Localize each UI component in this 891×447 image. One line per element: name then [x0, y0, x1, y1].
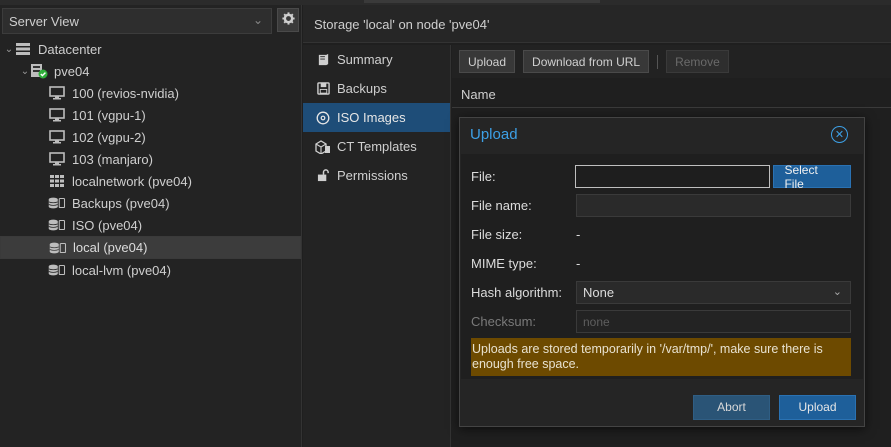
- checksum-label: Checksum:: [471, 314, 537, 329]
- nav-item-permissions[interactable]: Permissions: [303, 161, 450, 190]
- resource-tree: ⌄ Datacenter ⌄ pve04 100 (revios-nvidia)…: [0, 38, 301, 281]
- storage-icon: [48, 195, 66, 211]
- mime-label: MIME type:: [471, 256, 537, 271]
- tree-item-storage[interactable]: ISO (pve04): [0, 214, 301, 236]
- storage-icon: [49, 240, 67, 256]
- collapse-arrow-icon[interactable]: ⌄: [4, 44, 14, 55]
- tree-item-label: 100 (revios-nvidia): [72, 85, 179, 101]
- tree-item-label: Datacenter: [38, 41, 102, 57]
- tree-item-vm[interactable]: 102 (vgpu-2): [0, 126, 301, 148]
- tree-item-network[interactable]: localnetwork (pve04): [0, 170, 301, 192]
- tree-item-label: local-lvm (pve04): [72, 262, 171, 278]
- nav-label: ISO Images: [337, 110, 406, 125]
- tree-item-label: 103 (manjaro): [72, 151, 153, 167]
- collapse-arrow-icon[interactable]: ⌄: [20, 66, 30, 77]
- checksum-row: Checksum: none: [471, 310, 851, 333]
- nav-item-summary[interactable]: Summary: [303, 45, 450, 74]
- storage-icon: [48, 262, 66, 278]
- nav-label: Permissions: [337, 168, 408, 183]
- tree-item-label: 101 (vgpu-1): [72, 107, 146, 123]
- hash-algorithm-value: None: [583, 285, 615, 300]
- tree-item-label: 102 (vgpu-2): [72, 129, 146, 145]
- filesize-row: File size: -: [471, 223, 851, 246]
- tree-item-label: pve04: [54, 63, 90, 79]
- page-title: Storage 'local' on node 'pve04': [303, 5, 891, 43]
- datacenter-icon: [14, 41, 32, 57]
- view-selector[interactable]: Server View ⌄: [2, 8, 272, 34]
- tree-item-storage[interactable]: local-lvm (pve04): [0, 259, 301, 281]
- floppy-icon: [315, 82, 331, 95]
- unlock-icon: [315, 169, 331, 182]
- cube-icon: [315, 139, 331, 154]
- download-url-button[interactable]: Download from URL: [523, 50, 650, 73]
- network-grid-icon: [48, 173, 66, 189]
- tree-item-label: Backups (pve04): [72, 195, 170, 211]
- gear-icon: [281, 12, 295, 28]
- filename-row: File name:: [471, 194, 851, 217]
- dialog-title: Upload: [470, 126, 518, 143]
- nav-label: Summary: [337, 52, 393, 67]
- tree-item-node[interactable]: ⌄ pve04: [0, 60, 301, 82]
- dialog-header: Upload ✕: [460, 118, 864, 151]
- abort-button[interactable]: Abort: [693, 394, 770, 420]
- node-online-icon: [30, 63, 48, 79]
- chevron-down-icon: ⌄: [252, 13, 263, 27]
- hash-algorithm-select[interactable]: None ⌄: [576, 281, 851, 304]
- filesize-label: File size:: [471, 227, 523, 242]
- top-tab-edge: [364, 0, 600, 3]
- nav-item-backups[interactable]: Backups: [303, 74, 450, 103]
- filename-label: File name:: [471, 198, 532, 213]
- remove-button[interactable]: Remove: [666, 50, 729, 73]
- column-header-name[interactable]: Name: [452, 78, 891, 108]
- nav-item-iso-images[interactable]: ISO Images: [303, 103, 450, 132]
- tree-item-vm[interactable]: 103 (manjaro): [0, 148, 301, 170]
- tree-item-label: local (pve04): [73, 240, 148, 255]
- hash-label: Hash algorithm:: [471, 285, 563, 300]
- filename-input[interactable]: [576, 194, 851, 217]
- toolbar-divider: [657, 54, 659, 69]
- mime-value: -: [576, 256, 581, 271]
- free-space-warning: Uploads are stored temporarily in '/var/…: [471, 338, 851, 376]
- tree-item-vm[interactable]: 101 (vgpu-1): [0, 104, 301, 126]
- storage-nav: Summary Backups ISO Images CT Templates …: [303, 45, 451, 447]
- dialog-form: File: Select File File name: File size: …: [461, 154, 863, 379]
- tree-item-storage-selected[interactable]: local (pve04): [0, 236, 301, 259]
- resource-tree-panel: Server View ⌄ ⌄ Datacenter ⌄ pve04 100 (…: [0, 5, 302, 447]
- upload-button[interactable]: Upload: [459, 50, 516, 73]
- tree-item-storage[interactable]: Backups (pve04): [0, 192, 301, 214]
- tree-item-label: localnetwork (pve04): [72, 173, 192, 189]
- select-file-button[interactable]: Select File: [773, 163, 851, 191]
- toolbar: Upload Download from URL Remove: [452, 45, 891, 78]
- filesize-value: -: [576, 227, 581, 242]
- tree-item-label: ISO (pve04): [72, 217, 143, 233]
- nav-label: CT Templates: [337, 139, 417, 154]
- close-icon[interactable]: ✕: [831, 126, 848, 143]
- mime-row: MIME type: -: [471, 252, 851, 275]
- upload-dialog: Upload ✕ File: Select File File name: Fi…: [459, 117, 865, 427]
- view-selector-label: Server View: [9, 13, 79, 29]
- dialog-footer: Abort Upload: [460, 388, 864, 426]
- nav-label: Backups: [337, 81, 387, 96]
- file-row: File: Select File: [471, 163, 851, 191]
- vm-icon: [48, 107, 66, 123]
- disc-icon: [315, 111, 331, 125]
- vm-icon: [48, 151, 66, 167]
- storage-icon: [48, 217, 66, 233]
- hash-row: Hash algorithm: None ⌄: [471, 281, 851, 304]
- vm-icon: [48, 129, 66, 145]
- tree-settings-button[interactable]: [277, 8, 299, 32]
- book-icon: [315, 53, 331, 66]
- file-field[interactable]: [575, 165, 771, 188]
- dialog-upload-button[interactable]: Upload: [779, 394, 856, 420]
- vm-icon: [48, 85, 66, 101]
- tree-item-vm[interactable]: 100 (revios-nvidia): [0, 82, 301, 104]
- file-label: File:: [471, 169, 496, 184]
- chevron-down-icon: ⌄: [832, 286, 842, 298]
- tree-item-datacenter[interactable]: ⌄ Datacenter: [0, 38, 301, 60]
- checksum-input[interactable]: none: [576, 310, 851, 333]
- nav-item-ct-templates[interactable]: CT Templates: [303, 132, 450, 161]
